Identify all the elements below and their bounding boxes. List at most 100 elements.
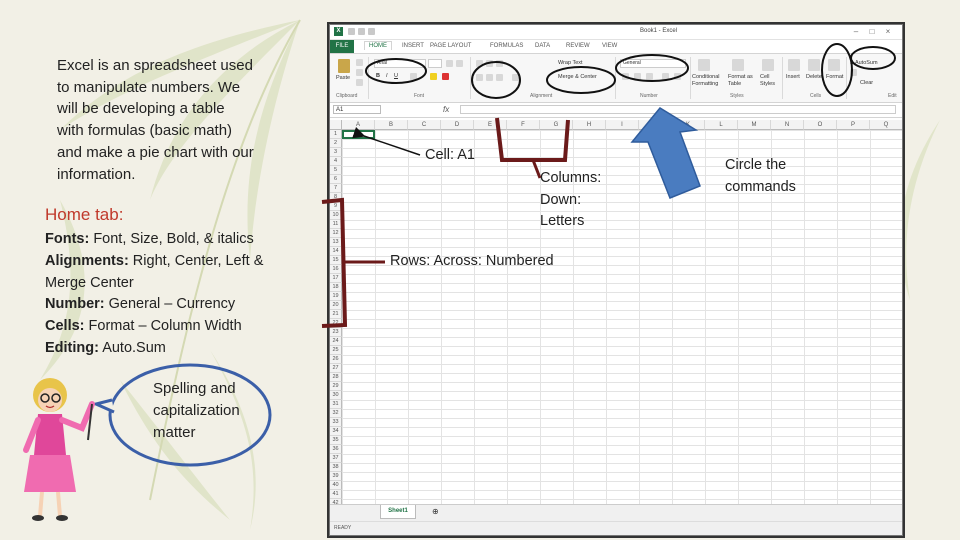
name-box[interactable]: A1 (333, 105, 381, 114)
column-header[interactable]: G (540, 120, 573, 130)
fill-color-icon[interactable] (430, 73, 437, 80)
insert-cells-button[interactable]: Insert (786, 74, 800, 80)
column-header[interactable]: B (375, 120, 408, 130)
row-header[interactable]: 13 (330, 238, 342, 247)
bold-icon[interactable]: B (376, 73, 380, 79)
increase-decimal-icon[interactable] (662, 73, 669, 80)
conditional-formatting-icon[interactable] (698, 59, 710, 71)
row-header[interactable]: 9 (330, 202, 342, 211)
column-header[interactable]: K (672, 120, 705, 130)
column-header[interactable]: F (507, 120, 540, 130)
column-header[interactable]: I (606, 120, 639, 130)
font-size-select[interactable] (428, 59, 442, 68)
column-header[interactable]: A (342, 120, 375, 130)
row-header[interactable]: 5 (330, 166, 342, 175)
maximize-icon[interactable]: □ (866, 26, 878, 38)
column-header[interactable]: H (573, 120, 606, 130)
row-header[interactable]: 16 (330, 265, 342, 274)
row-header[interactable]: 8 (330, 193, 342, 202)
row-header[interactable]: 7 (330, 184, 342, 193)
cut-icon[interactable] (356, 59, 363, 66)
column-header[interactable]: C (408, 120, 441, 130)
redo-icon[interactable] (368, 28, 375, 35)
row-header[interactable]: 37 (330, 454, 342, 463)
minimize-icon[interactable]: – (850, 26, 862, 38)
new-sheet-icon[interactable]: ⊕ (432, 507, 439, 516)
row-header[interactable]: 6 (330, 175, 342, 184)
cell-styles-button[interactable]: Cell Styles (760, 74, 780, 88)
decrease-font-icon[interactable] (456, 60, 463, 67)
row-header[interactable]: 34 (330, 427, 342, 436)
row-header[interactable]: 3 (330, 148, 342, 157)
align-bottom-icon[interactable] (496, 60, 503, 67)
clear-button[interactable]: Clear (860, 80, 873, 86)
row-header[interactable]: 22 (330, 319, 342, 328)
row-header[interactable]: 27 (330, 364, 342, 373)
row-header[interactable]: 24 (330, 337, 342, 346)
tab-review[interactable]: REVIEW (566, 43, 590, 49)
row-header[interactable]: 20 (330, 301, 342, 310)
conditional-formatting-button[interactable]: Conditional Formatting (692, 74, 726, 88)
row-header[interactable]: 38 (330, 463, 342, 472)
formula-bar-input[interactable] (460, 105, 896, 114)
column-header[interactable]: J (639, 120, 672, 130)
tab-view[interactable]: VIEW (602, 43, 617, 49)
row-header[interactable]: 11 (330, 220, 342, 229)
row-header[interactable]: 30 (330, 391, 342, 400)
row-header[interactable]: 1 (330, 130, 342, 139)
format-as-table-button[interactable]: Format as Table (728, 74, 756, 88)
row-header[interactable]: 36 (330, 445, 342, 454)
row-header[interactable]: 12 (330, 229, 342, 238)
cell-area[interactable] (342, 130, 902, 504)
number-format-select[interactable]: General (620, 59, 686, 68)
column-header[interactable]: N (771, 120, 804, 130)
row-header[interactable]: 15 (330, 256, 342, 265)
close-icon[interactable]: × (882, 26, 894, 38)
column-header[interactable]: M (738, 120, 771, 130)
tab-data[interactable]: DATA (535, 43, 550, 49)
percent-icon[interactable] (634, 73, 641, 80)
tab-page-layout[interactable]: PAGE LAYOUT (430, 43, 471, 49)
wrap-text-button[interactable]: Wrap Text (558, 60, 583, 66)
row-header[interactable]: 29 (330, 382, 342, 391)
row-header[interactable]: 31 (330, 400, 342, 409)
underline-icon[interactable]: U (394, 73, 398, 79)
row-header[interactable]: 32 (330, 409, 342, 418)
fx-icon[interactable]: fx (443, 105, 449, 114)
tab-home[interactable]: HOME (364, 41, 392, 50)
delete-cells-button[interactable]: Delete (806, 74, 822, 80)
row-header[interactable]: 28 (330, 373, 342, 382)
format-cells-button[interactable]: Format (826, 74, 843, 80)
row-header[interactable]: 40 (330, 481, 342, 490)
align-left-icon[interactable] (476, 74, 483, 81)
row-header[interactable]: 2 (330, 139, 342, 148)
row-header[interactable]: 21 (330, 310, 342, 319)
active-cell-a1[interactable] (342, 130, 375, 139)
row-header[interactable]: 39 (330, 472, 342, 481)
increase-font-icon[interactable] (446, 60, 453, 67)
align-center-icon[interactable] (486, 74, 493, 81)
autosum-button[interactable]: Σ AutoSum (850, 60, 878, 66)
format-cells-icon[interactable] (828, 59, 840, 71)
column-header[interactable]: Q (870, 120, 902, 130)
row-header[interactable]: 18 (330, 283, 342, 292)
tab-formulas[interactable]: FORMULAS (490, 43, 523, 49)
row-header[interactable]: 23 (330, 328, 342, 337)
row-header[interactable]: 33 (330, 418, 342, 427)
row-header[interactable]: 19 (330, 292, 342, 301)
paste-icon[interactable] (338, 59, 350, 73)
row-header[interactable]: 25 (330, 346, 342, 355)
sheet-tab-sheet1[interactable]: Sheet1 (380, 505, 416, 519)
save-icon[interactable] (348, 28, 355, 35)
delete-cells-icon[interactable] (808, 59, 820, 71)
paste-label[interactable]: Paste (336, 75, 350, 81)
format-as-table-icon[interactable] (732, 59, 744, 71)
cell-styles-icon[interactable] (762, 59, 774, 71)
format-painter-icon[interactable] (356, 79, 363, 86)
row-header[interactable]: 4 (330, 157, 342, 166)
column-header[interactable]: O (804, 120, 837, 130)
merge-center-button[interactable]: Merge & Center (558, 74, 597, 80)
row-header[interactable]: 10 (330, 211, 342, 220)
align-middle-icon[interactable] (486, 60, 493, 67)
font-color-icon[interactable] (442, 73, 449, 80)
